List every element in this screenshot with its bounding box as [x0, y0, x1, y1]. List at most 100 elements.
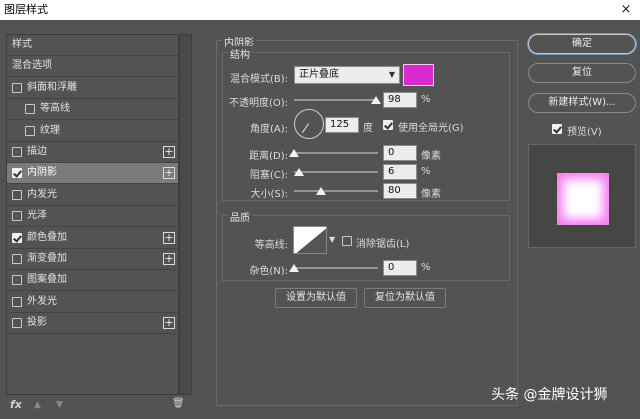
- choke-slider-track[interactable]: [294, 171, 378, 173]
- noise-slider-track[interactable]: [294, 267, 378, 269]
- angle-dial[interactable]: [294, 109, 324, 139]
- trash-icon[interactable]: 🗑: [172, 398, 185, 409]
- style-label: 投影: [27, 317, 47, 329]
- choke-label: 阻塞(C):: [249, 170, 288, 181]
- style-label: 图案叠加: [27, 274, 67, 286]
- style-checkbox[interactable]: [25, 104, 35, 115]
- preview-label: 预览(V): [567, 127, 602, 138]
- opacity-input[interactable]: 98: [383, 92, 417, 108]
- styles-list-item[interactable]: 图案叠加: [7, 270, 178, 292]
- styles-list-item[interactable]: 样式: [7, 35, 178, 56]
- contour-thumbnail[interactable]: [293, 226, 327, 254]
- style-checkbox[interactable]: [12, 82, 22, 93]
- move-up-icon[interactable]: ▲: [34, 400, 41, 410]
- style-label: 渐变叠加: [27, 253, 67, 264]
- distance-label: 距离(D):: [249, 151, 288, 162]
- opacity-unit: %: [421, 94, 431, 105]
- noise-input[interactable]: 0: [383, 260, 417, 276]
- preview-checkbox[interactable]: [552, 124, 562, 134]
- style-label: 斜面和浮雕: [27, 81, 77, 93]
- style-checkbox[interactable]: [25, 125, 35, 136]
- distance-slider-track[interactable]: [294, 152, 378, 154]
- opacity-label: 不透明度(O):: [228, 98, 288, 109]
- size-input[interactable]: 80: [383, 183, 417, 199]
- antialias-label: 消除锯齿(L): [356, 239, 410, 250]
- styles-list-item[interactable]: 斜面和浮雕: [7, 78, 178, 99]
- style-checkbox[interactable]: [12, 147, 22, 157]
- choke-slider-thumb[interactable]: [294, 168, 305, 176]
- move-down-icon[interactable]: ▼: [56, 400, 63, 410]
- blend-color-swatch[interactable]: [403, 64, 434, 86]
- watermark-text: 头条 @金牌设计狮: [491, 387, 608, 403]
- styles-list-item[interactable]: 内发光: [7, 185, 178, 206]
- angle-input[interactable]: 125: [325, 117, 359, 133]
- style-checkbox[interactable]: [12, 211, 22, 222]
- styles-list-item[interactable]: 内阴影 +: [7, 163, 178, 185]
- size-unit: 像素: [421, 189, 441, 200]
- style-label: 样式: [12, 39, 32, 50]
- styles-list-item[interactable]: 外发光: [7, 292, 178, 313]
- window-title: 图层样式: [4, 3, 48, 16]
- add-style-plus-icon[interactable]: +: [163, 167, 175, 180]
- style-checkbox[interactable]: [12, 232, 22, 243]
- make-default-button[interactable]: 设置为默认值: [275, 288, 357, 308]
- styles-list-item[interactable]: 投影 +: [7, 313, 178, 335]
- size-slider-track[interactable]: [294, 190, 378, 192]
- angle-dial-needle: [301, 123, 309, 134]
- add-style-plus-icon[interactable]: +: [163, 253, 175, 265]
- style-label: 混合选项: [12, 60, 52, 72]
- distance-unit: 像素: [421, 151, 441, 162]
- quality-title: 品质: [228, 209, 252, 224]
- style-label: 内阴影: [27, 167, 57, 179]
- global-light-label: 使用全局光(G): [398, 123, 464, 134]
- opacity-slider-thumb[interactable]: [371, 96, 382, 104]
- styles-list-item[interactable]: 等高线: [7, 99, 178, 121]
- blend-mode-select[interactable]: 正片叠底 ▼: [294, 66, 400, 84]
- contour-dropdown-icon[interactable]: ▼: [329, 226, 337, 254]
- styles-list-scrollbar[interactable]: [179, 34, 192, 395]
- style-checkbox[interactable]: [12, 168, 22, 179]
- styles-list-item[interactable]: 渐变叠加 +: [7, 249, 178, 270]
- style-preview: [528, 144, 636, 248]
- size-slider-thumb[interactable]: [315, 187, 326, 195]
- global-light-checkbox[interactable]: [383, 120, 393, 130]
- style-label: 光泽: [27, 210, 47, 222]
- styles-list-item[interactable]: 描边 +: [7, 142, 178, 163]
- style-label: 颜色叠加: [27, 231, 67, 243]
- styles-list-item[interactable]: 混合选项: [7, 56, 178, 78]
- close-icon[interactable]: ×: [618, 0, 634, 20]
- style-label: 等高线: [40, 103, 70, 115]
- size-label: 大小(S):: [250, 189, 288, 200]
- antialias-checkbox[interactable]: [342, 236, 352, 246]
- style-checkbox[interactable]: [12, 254, 22, 264]
- contour-label: 等高线:: [254, 240, 288, 251]
- style-label: 描边: [27, 146, 47, 157]
- styles-list-item[interactable]: 光泽: [7, 206, 178, 228]
- blend-mode-value: 正片叠底: [299, 69, 339, 80]
- style-checkbox[interactable]: [12, 296, 22, 307]
- choke-input[interactable]: 6: [383, 164, 417, 180]
- styles-list-item[interactable]: 纹理: [7, 121, 178, 142]
- fx-icon[interactable]: fx: [10, 398, 22, 411]
- opacity-slider-track[interactable]: [294, 99, 378, 101]
- style-checkbox[interactable]: [12, 189, 22, 200]
- noise-slider-thumb[interactable]: [289, 264, 299, 272]
- noise-label: 杂色(N):: [249, 266, 288, 277]
- style-checkbox[interactable]: [12, 275, 22, 286]
- styles-list-item[interactable]: 颜色叠加 +: [7, 228, 178, 249]
- structure-title: 结构: [228, 46, 252, 61]
- distance-slider-thumb[interactable]: [289, 149, 299, 157]
- reset-default-button[interactable]: 复位为默认值: [364, 288, 446, 308]
- style-label: 纹理: [40, 124, 60, 136]
- add-style-plus-icon[interactable]: +: [163, 317, 175, 330]
- preview-swatch: [557, 173, 609, 225]
- noise-unit: %: [421, 262, 431, 273]
- add-style-plus-icon[interactable]: +: [163, 231, 175, 244]
- style-checkbox[interactable]: [12, 318, 22, 329]
- distance-input[interactable]: 0: [383, 145, 417, 161]
- reset-button[interactable]: 复位: [528, 63, 636, 83]
- add-style-plus-icon[interactable]: +: [163, 146, 175, 158]
- blend-mode-label: 混合模式(B):: [229, 74, 288, 85]
- new-style-button[interactable]: 新建样式(W)...: [528, 93, 636, 113]
- ok-button[interactable]: 确定: [528, 34, 636, 54]
